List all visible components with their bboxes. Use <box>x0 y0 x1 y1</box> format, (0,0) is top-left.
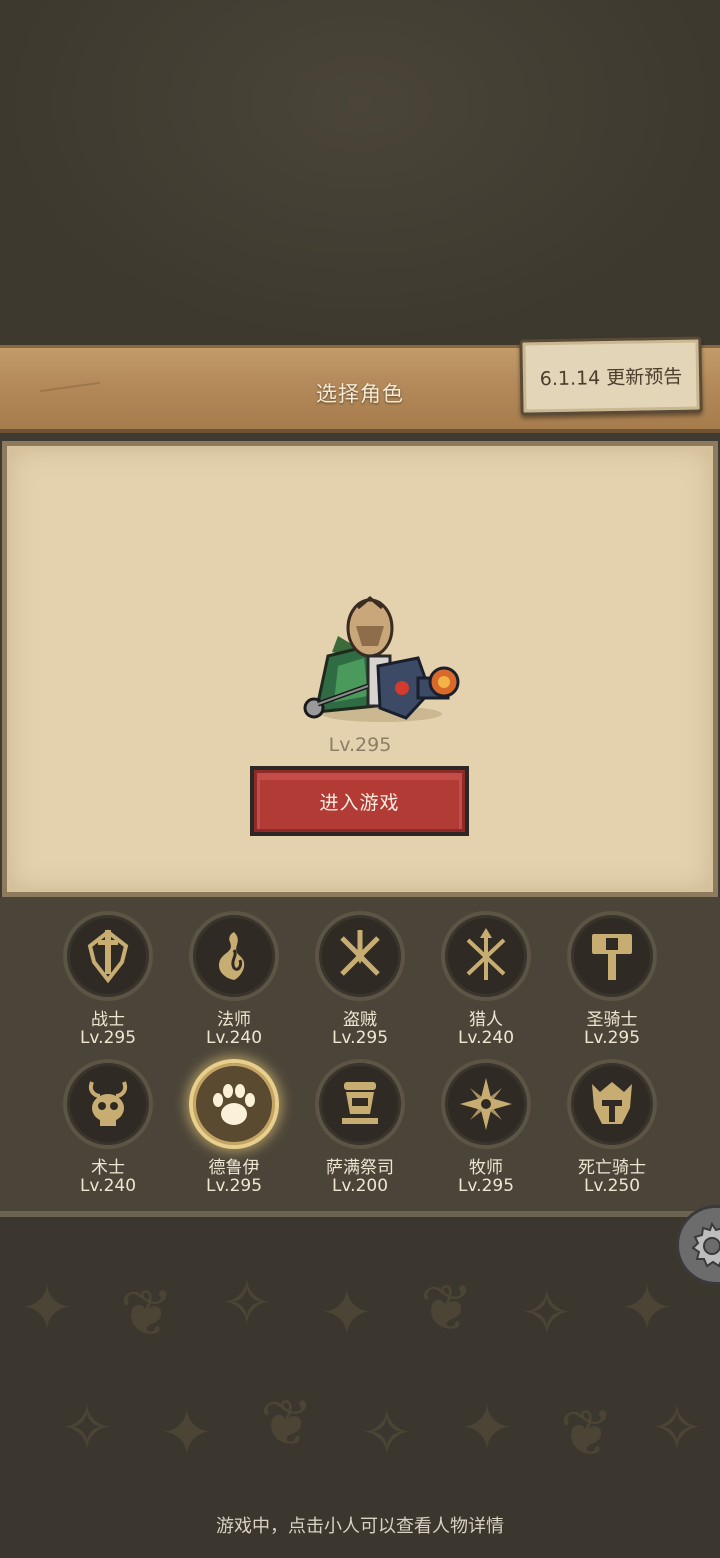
class-level: Lv.200 <box>331 1176 389 1196</box>
class-rogue[interactable]: 盗贼 Lv.295 <box>297 911 423 1051</box>
decorative-rune-icon: ✦ <box>20 1272 74 1346</box>
paw-icon <box>189 1059 279 1149</box>
enter-game-button[interactable]: 进入游戏 <box>250 766 469 836</box>
decorative-rune-icon: ✧ <box>520 1277 574 1351</box>
class-level: Lv.295 <box>205 1176 263 1196</box>
class-mage[interactable]: 法师 Lv.240 <box>171 911 297 1051</box>
class-name: 术士 <box>91 1158 125 1178</box>
class-level: Lv.250 <box>583 1176 641 1196</box>
class-level: Lv.295 <box>457 1176 515 1196</box>
skull-icon <box>63 1059 153 1149</box>
decorative-rune-icon: ✧ <box>220 1267 274 1341</box>
helmet-icon <box>567 1059 657 1149</box>
class-level: Lv.295 <box>79 1028 137 1048</box>
class-name: 盗贼 <box>343 1010 377 1030</box>
hint-text: 游戏中，点击小人可以查看人物详情 <box>216 1516 504 1537</box>
class-name: 死亡骑士 <box>578 1158 646 1178</box>
class-selector: 战士 Lv.295 法师 Lv.240 盗贼 Lv.295 猎人 Lv.240 … <box>0 897 720 1217</box>
class-name: 法师 <box>217 1010 251 1030</box>
decorative-flame-icon: ❦ <box>260 1387 314 1461</box>
decorative-flame-icon: ❦ <box>120 1277 174 1351</box>
class-level: Lv.295 <box>331 1028 389 1048</box>
class-name: 德鲁伊 <box>208 1158 260 1178</box>
class-name: 圣骑士 <box>586 1010 638 1030</box>
decorative-rune-icon: ✦ <box>620 1272 674 1346</box>
top-background <box>0 0 720 345</box>
class-name: 猎人 <box>469 1010 503 1030</box>
flame-icon <box>189 911 279 1001</box>
decorative-flame-icon: ❦ <box>560 1397 614 1471</box>
decorative-rune-icon: ✦ <box>160 1397 214 1471</box>
class-druid[interactable]: 德鲁伊 Lv.295 <box>171 1059 297 1199</box>
class-warrior[interactable]: 战士 Lv.295 <box>45 911 171 1051</box>
decorative-rune-icon: ✦ <box>460 1392 514 1466</box>
character-level: Lv.295 <box>328 734 392 756</box>
sword-shield-icon <box>63 911 153 1001</box>
class-level: Lv.240 <box>457 1028 515 1048</box>
star-icon <box>441 1059 531 1149</box>
totem-icon <box>315 1059 405 1149</box>
class-death-knight[interactable]: 死亡骑士 Lv.250 <box>549 1059 675 1199</box>
gear-icon <box>691 1221 720 1268</box>
hammer-icon <box>567 911 657 1001</box>
class-paladin[interactable]: 圣骑士 Lv.295 <box>549 911 675 1051</box>
decorative-rune-icon: ✧ <box>60 1392 114 1466</box>
class-level: Lv.295 <box>583 1028 641 1048</box>
druid-character-sprite[interactable] <box>298 596 466 728</box>
class-name: 战士 <box>91 1010 125 1030</box>
class-name: 萨满祭司 <box>326 1158 394 1178</box>
bottom-decorative-background: ✦ ❦ ✧ ✦ ❦ ✧ ✦ ✧ ✦ ❦ ✧ ✦ ❦ ✧ <box>0 1217 720 1558</box>
class-shaman[interactable]: 萨满祭司 Lv.200 <box>297 1059 423 1199</box>
decorative-rune-icon: ✧ <box>360 1397 414 1471</box>
crossed-daggers-icon <box>315 911 405 1001</box>
class-hunter[interactable]: 猎人 Lv.240 <box>423 911 549 1051</box>
class-warlock[interactable]: 术士 Lv.240 <box>45 1059 171 1199</box>
decorative-rune-icon: ✦ <box>320 1277 374 1351</box>
crossed-arrows-icon <box>441 911 531 1001</box>
decorative-rune-icon: ✧ <box>650 1392 704 1466</box>
class-priest[interactable]: 牧师 Lv.295 <box>423 1059 549 1199</box>
class-level: Lv.240 <box>79 1176 137 1196</box>
class-level: Lv.240 <box>205 1028 263 1048</box>
update-notice-button[interactable]: 6.1.14 更新预告 <box>519 336 703 416</box>
decorative-flame-icon: ❦ <box>420 1272 474 1346</box>
class-name: 牧师 <box>469 1158 503 1178</box>
